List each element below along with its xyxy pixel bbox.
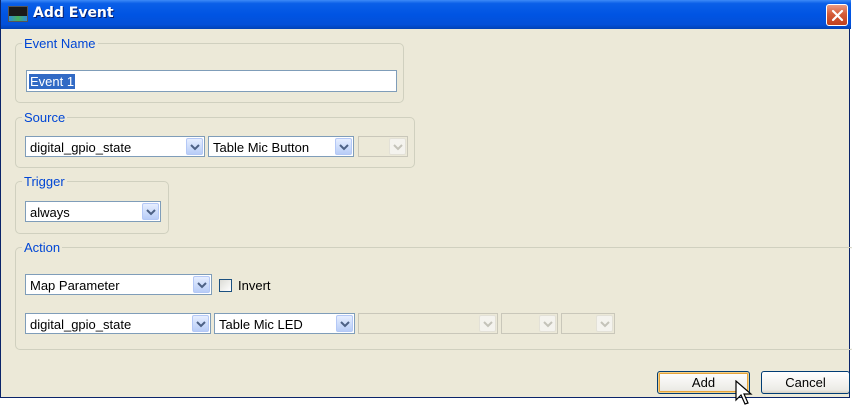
- dropdown-arrow-icon: [479, 315, 496, 332]
- action-mode-combo[interactable]: Map Parameter: [25, 274, 212, 295]
- dropdown-arrow-icon[interactable]: [192, 315, 209, 332]
- dropdown-arrow-icon[interactable]: [186, 138, 203, 155]
- dropdown-arrow-icon[interactable]: [335, 138, 352, 155]
- dropdown-arrow-icon[interactable]: [336, 315, 353, 332]
- close-icon: [831, 9, 844, 22]
- trigger-combo[interactable]: always: [25, 201, 161, 222]
- trigger-value: always: [30, 205, 70, 220]
- action-extra-combo-2: [561, 313, 615, 334]
- title-bar[interactable]: Add Event: [1, 0, 851, 29]
- app-icon: [8, 6, 28, 22]
- invert-label[interactable]: Invert: [238, 278, 271, 293]
- close-button[interactable]: [826, 4, 848, 26]
- add-event-dialog: Add Event Event Name Event 1 Source digi…: [0, 0, 852, 398]
- invert-checkbox[interactable]: [219, 279, 232, 292]
- source-device-value: Table Mic Button: [213, 140, 310, 155]
- action-legend: Action: [24, 240, 61, 255]
- dropdown-arrow-icon[interactable]: [193, 276, 210, 293]
- dropdown-arrow-icon: [539, 315, 556, 332]
- source-type-combo[interactable]: digital_gpio_state: [25, 136, 205, 157]
- action-target-device-combo[interactable]: Table Mic LED: [214, 313, 355, 334]
- action-extra-combo-1: [501, 313, 558, 334]
- source-extra-combo: [358, 136, 408, 157]
- dropdown-arrow-icon: [596, 315, 613, 332]
- action-target-type-value: digital_gpio_state: [30, 317, 132, 332]
- action-param-combo: [358, 313, 498, 334]
- source-device-combo[interactable]: Table Mic Button: [208, 136, 354, 157]
- cancel-button[interactable]: Cancel: [761, 371, 850, 394]
- action-target-device-value: Table Mic LED: [219, 317, 303, 332]
- dropdown-arrow-icon: [389, 138, 406, 155]
- source-legend: Source: [24, 110, 66, 125]
- trigger-legend: Trigger: [24, 174, 65, 189]
- window-title: Add Event: [33, 5, 114, 21]
- event-name-input[interactable]: Event 1: [26, 70, 397, 92]
- dropdown-arrow-icon[interactable]: [142, 203, 159, 220]
- event-name-value: Event 1: [29, 74, 76, 89]
- mouse-pointer-icon: [735, 380, 753, 405]
- event-name-legend: Event Name: [24, 36, 96, 51]
- action-mode-value: Map Parameter: [30, 278, 120, 293]
- action-target-type-combo[interactable]: digital_gpio_state: [25, 313, 211, 334]
- source-type-value: digital_gpio_state: [30, 140, 132, 155]
